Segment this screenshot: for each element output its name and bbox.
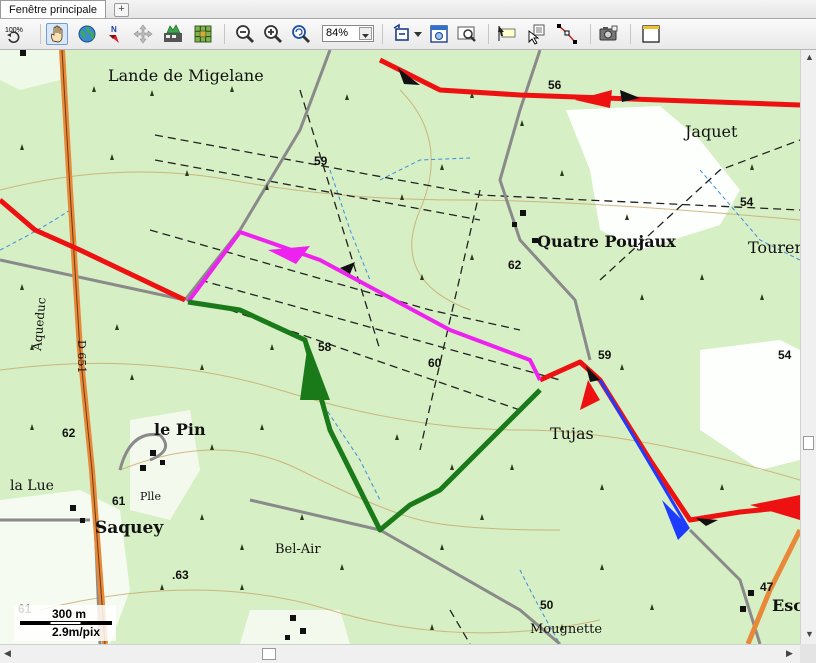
toolbar-separator: [382, 24, 383, 44]
zoom-in-icon[interactable]: [262, 23, 284, 45]
toolbar: 100% N 84%: [0, 19, 816, 50]
place-label: Lande de Migelane: [108, 66, 264, 85]
horizontal-scrollbar[interactable]: ◀ ▶: [0, 644, 800, 663]
zoom-out-icon[interactable]: [234, 23, 256, 45]
tab-bar: Fenêtre principale +: [0, 0, 816, 19]
scale-resolution: 2.9m/pix: [52, 625, 101, 639]
scale-distance: 300 m: [52, 607, 87, 621]
toolbar-separator: [630, 24, 631, 44]
svg-text:N: N: [111, 25, 117, 34]
place-label: Quatre Poujaux: [537, 232, 676, 251]
place-label: Saquey: [95, 518, 164, 538]
zoom-refresh-icon[interactable]: [290, 23, 312, 45]
tab-main-window[interactable]: Fenêtre principale: [0, 0, 107, 18]
chevron-down-icon[interactable]: [359, 27, 372, 40]
place-label: Esc: [772, 596, 800, 615]
place-label: Jaquet: [685, 122, 738, 141]
toolbar-separator: [224, 24, 225, 44]
elevation-label: 56: [548, 78, 562, 92]
route-magenta: [186, 230, 542, 381]
elevation-label: 61: [112, 494, 126, 508]
place-label: D 651: [75, 340, 88, 374]
route-green: [187, 299, 542, 533]
elevation-label: 59: [598, 348, 612, 362]
clearing-nw: [0, 50, 60, 90]
toolbar-separator: [488, 24, 489, 44]
track-view-icon[interactable]: [392, 23, 414, 45]
zoom-window-icon[interactable]: [456, 23, 478, 45]
scroll-left-icon[interactable]: ◀: [4, 649, 11, 658]
zoom-level-value: 84%: [326, 27, 349, 39]
camera-icon[interactable]: [598, 23, 620, 45]
elevation-label: 58: [318, 340, 332, 354]
map-canvas: [0, 50, 800, 644]
select-point-icon[interactable]: [526, 23, 548, 45]
route-edit-icon[interactable]: [556, 23, 578, 45]
waypoint-icon[interactable]: [496, 23, 518, 45]
globe-icon[interactable]: [76, 23, 98, 45]
grid-icon[interactable]: [192, 23, 214, 45]
elevation-label: .63: [172, 568, 189, 582]
scale-bar: 300 m 2.9m/pix: [14, 605, 116, 641]
place-label: Plle: [140, 490, 161, 503]
layers-icon[interactable]: [162, 23, 184, 45]
road-east: [745, 528, 800, 644]
scroll-up-icon[interactable]: ▲: [805, 53, 814, 62]
route-blue: [598, 379, 690, 540]
vertical-scroll-thumb[interactable]: [803, 436, 814, 450]
north-arrow-icon[interactable]: N: [104, 23, 126, 45]
add-tab-button[interactable]: +: [114, 3, 129, 17]
place-label: le Pin: [154, 420, 206, 439]
chevron-down-icon[interactable]: [412, 23, 424, 45]
elevation-label: 62: [62, 426, 76, 440]
elevation-label: 59: [314, 154, 328, 168]
scroll-right-icon[interactable]: ▶: [786, 649, 793, 658]
place-label: la Lue: [10, 478, 54, 494]
new-window-icon[interactable]: [640, 23, 662, 45]
elevation-label: 60: [428, 356, 442, 370]
scroll-down-icon[interactable]: ▼: [805, 630, 814, 639]
elevation-label: 54: [740, 195, 754, 209]
vertical-scrollbar[interactable]: ▲ ▼: [800, 50, 816, 644]
toolbar-separator: [40, 24, 41, 44]
zoom-100-icon[interactable]: 100%: [4, 23, 26, 45]
map-view[interactable]: Lande de Migelane Jaquet Quatre Poujaux …: [0, 50, 800, 644]
toolbar-separator: [590, 24, 591, 44]
move-arrows-icon[interactable]: [132, 23, 154, 45]
zoom-level-select[interactable]: 84%: [322, 25, 374, 42]
elevation-label: 50: [540, 598, 554, 612]
horizontal-scroll-thumb[interactable]: [262, 648, 276, 660]
place-label: Mougnette: [530, 622, 603, 637]
elevation-label: 47: [760, 580, 774, 594]
place-label: Tujas: [550, 424, 594, 443]
scrollbar-corner: [800, 644, 816, 663]
place-label: Tourenn: [748, 238, 800, 257]
elevation-label: 62: [508, 258, 522, 272]
pan-hand-icon[interactable]: [46, 23, 68, 45]
elevation-label: 54: [778, 348, 792, 362]
place-label: Bel-Air: [275, 542, 321, 557]
window-view-icon[interactable]: [428, 23, 450, 45]
